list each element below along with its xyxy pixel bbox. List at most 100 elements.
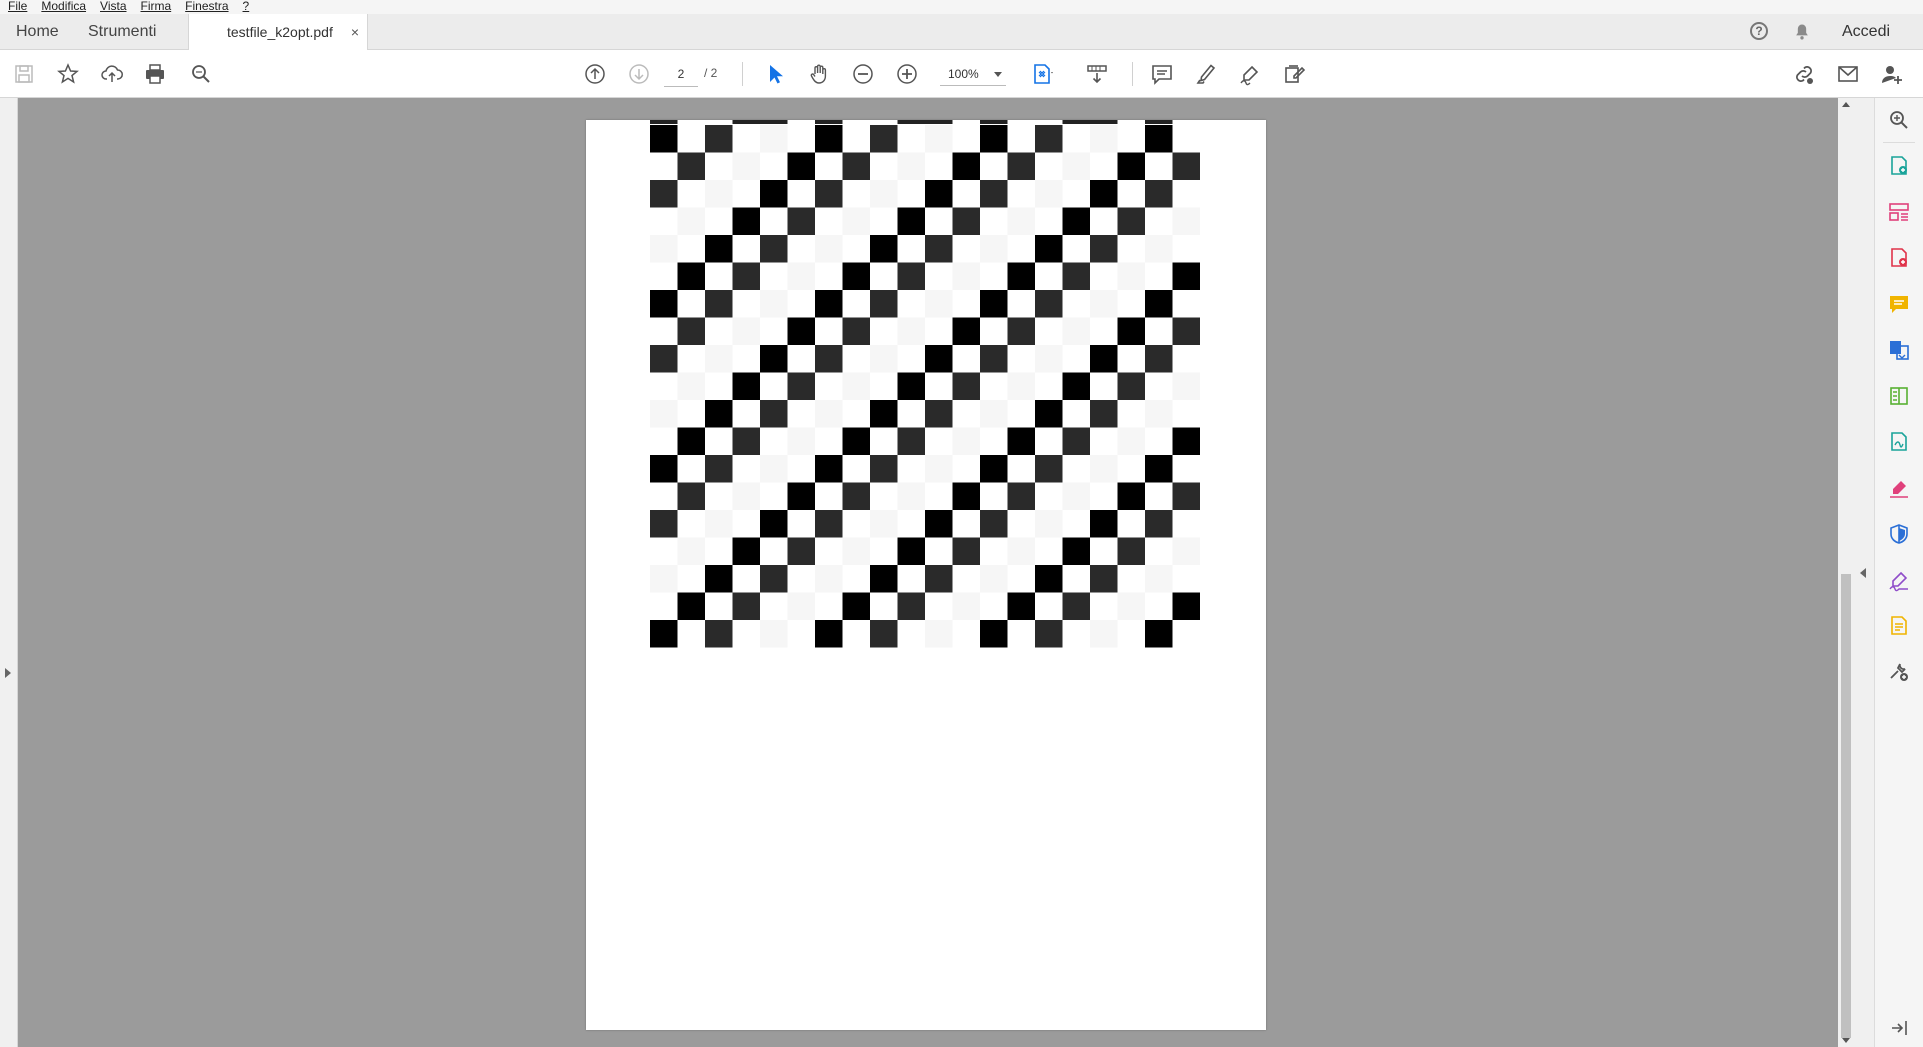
pattern-cell (760, 620, 788, 648)
pattern-cell (1172, 537, 1200, 565)
select-arrow-icon[interactable] (763, 62, 787, 86)
scroll-mode-icon[interactable] (1085, 62, 1109, 86)
scrollbar-thumb[interactable] (1841, 574, 1851, 1038)
menu-file[interactable]: File (0, 0, 34, 14)
page-up-icon[interactable] (583, 62, 607, 86)
send-review-icon[interactable] (1887, 614, 1911, 638)
pattern-cell (787, 482, 815, 510)
fit-page-icon[interactable] (1030, 62, 1054, 86)
hand-icon[interactable] (807, 62, 831, 86)
pattern-cell (1062, 207, 1090, 235)
pattern-cell (1035, 180, 1063, 208)
document-viewport[interactable] (18, 98, 1838, 1047)
menu-help[interactable]: ? (236, 0, 257, 14)
pattern-cell (1145, 345, 1173, 373)
edit-pdf-icon[interactable] (1887, 384, 1911, 408)
pattern-cell (925, 620, 953, 648)
pattern-cell (870, 400, 898, 428)
notifications-bell-icon[interactable] (1792, 22, 1812, 42)
pattern-cell (1007, 427, 1035, 455)
scroll-up-arrow-icon[interactable] (1842, 102, 1850, 107)
pattern-cell (870, 565, 898, 593)
menu-view[interactable]: Vista (93, 0, 133, 14)
menu-window[interactable]: Finestra (178, 0, 235, 14)
send-sign-icon[interactable] (1887, 430, 1911, 454)
expand-left-pane-icon[interactable] (5, 668, 11, 678)
collapse-pane-icon[interactable] (1887, 1016, 1911, 1040)
email-icon[interactable] (1836, 62, 1860, 86)
organize-pages-icon[interactable] (1887, 200, 1911, 224)
share-link-icon[interactable] (1792, 62, 1816, 86)
pattern-cell (1117, 152, 1145, 180)
highlight-icon[interactable] (1194, 62, 1218, 86)
pattern-cell (787, 537, 815, 565)
vertical-scrollbar[interactable] (1838, 98, 1854, 1047)
document-tab[interactable]: testfile_k2opt.pdf × (188, 14, 368, 50)
pattern-cell (980, 120, 1008, 124)
pattern-cell (1035, 400, 1063, 428)
save-icon[interactable] (12, 62, 36, 86)
pattern-cell (952, 152, 980, 180)
bookmark-star-icon[interactable] (56, 62, 80, 86)
pattern-cell (952, 207, 980, 235)
chevron-down-icon (994, 72, 1002, 77)
help-icon[interactable]: ? (1750, 22, 1768, 40)
add-user-icon[interactable] (1880, 62, 1904, 86)
comment-icon[interactable] (1150, 62, 1174, 86)
pattern-cell (842, 592, 870, 620)
pattern-cell (732, 372, 760, 400)
pattern-cell (1007, 372, 1035, 400)
pattern-cell (1090, 620, 1118, 648)
scroll-down-arrow-icon[interactable] (1842, 1038, 1850, 1043)
more-tools-icon[interactable] (1887, 660, 1911, 684)
zoom-level-dropdown[interactable]: 100% (940, 62, 1006, 86)
menu-edit[interactable]: Modifica (34, 0, 93, 14)
pattern-cell (650, 290, 678, 318)
combine-files-icon[interactable] (1887, 338, 1911, 362)
pattern-cell (705, 180, 733, 208)
cloud-upload-icon[interactable] (100, 62, 124, 86)
pattern-cell (1090, 235, 1118, 263)
pattern-cell (787, 152, 815, 180)
sign-icon[interactable] (1238, 62, 1262, 86)
export-pdf-icon[interactable] (1887, 246, 1911, 270)
zoom-out-icon[interactable] (851, 62, 875, 86)
zoom-search-icon[interactable] (1887, 108, 1911, 132)
page-number-input[interactable] (664, 62, 698, 87)
collapse-right-pane-icon[interactable] (1860, 568, 1866, 578)
pattern-cell (760, 290, 788, 318)
pattern-cell (650, 125, 678, 153)
pattern-cell (815, 120, 843, 124)
find-icon[interactable] (189, 62, 213, 86)
menu-sign[interactable]: Firma (134, 0, 179, 14)
pattern-cell (1117, 482, 1145, 510)
pattern-cell (650, 455, 678, 483)
pattern-cell (1090, 180, 1118, 208)
close-tab-button[interactable]: × (351, 14, 359, 50)
pattern-cell (980, 345, 1008, 373)
left-navigation-strip (0, 98, 18, 1047)
pattern-cell (925, 235, 953, 263)
page-down-icon[interactable] (627, 62, 651, 86)
print-icon[interactable] (143, 62, 167, 86)
pattern-cell (952, 592, 980, 620)
pattern-cell (760, 400, 788, 428)
pattern-cell (1145, 180, 1173, 208)
zoom-in-icon[interactable] (895, 62, 919, 86)
pattern-cell (1172, 207, 1200, 235)
pattern-cell (1035, 510, 1063, 538)
pattern-cell (1117, 372, 1145, 400)
edit-icon[interactable] (1282, 62, 1306, 86)
create-pdf-icon[interactable] (1887, 154, 1911, 178)
tab-tools[interactable]: Strumenti (88, 14, 156, 50)
sign-in-button[interactable]: Accedi (1842, 14, 1890, 50)
certificates-icon[interactable] (1887, 568, 1911, 592)
fill-sign-icon[interactable] (1887, 476, 1911, 500)
pattern-cell (1062, 317, 1090, 345)
pattern-cell (897, 537, 925, 565)
protect-icon[interactable] (1887, 522, 1911, 546)
pattern-cell (1172, 372, 1200, 400)
comment-icon[interactable] (1887, 292, 1911, 316)
pattern-cell (815, 180, 843, 208)
tab-home[interactable]: Home (16, 14, 59, 50)
